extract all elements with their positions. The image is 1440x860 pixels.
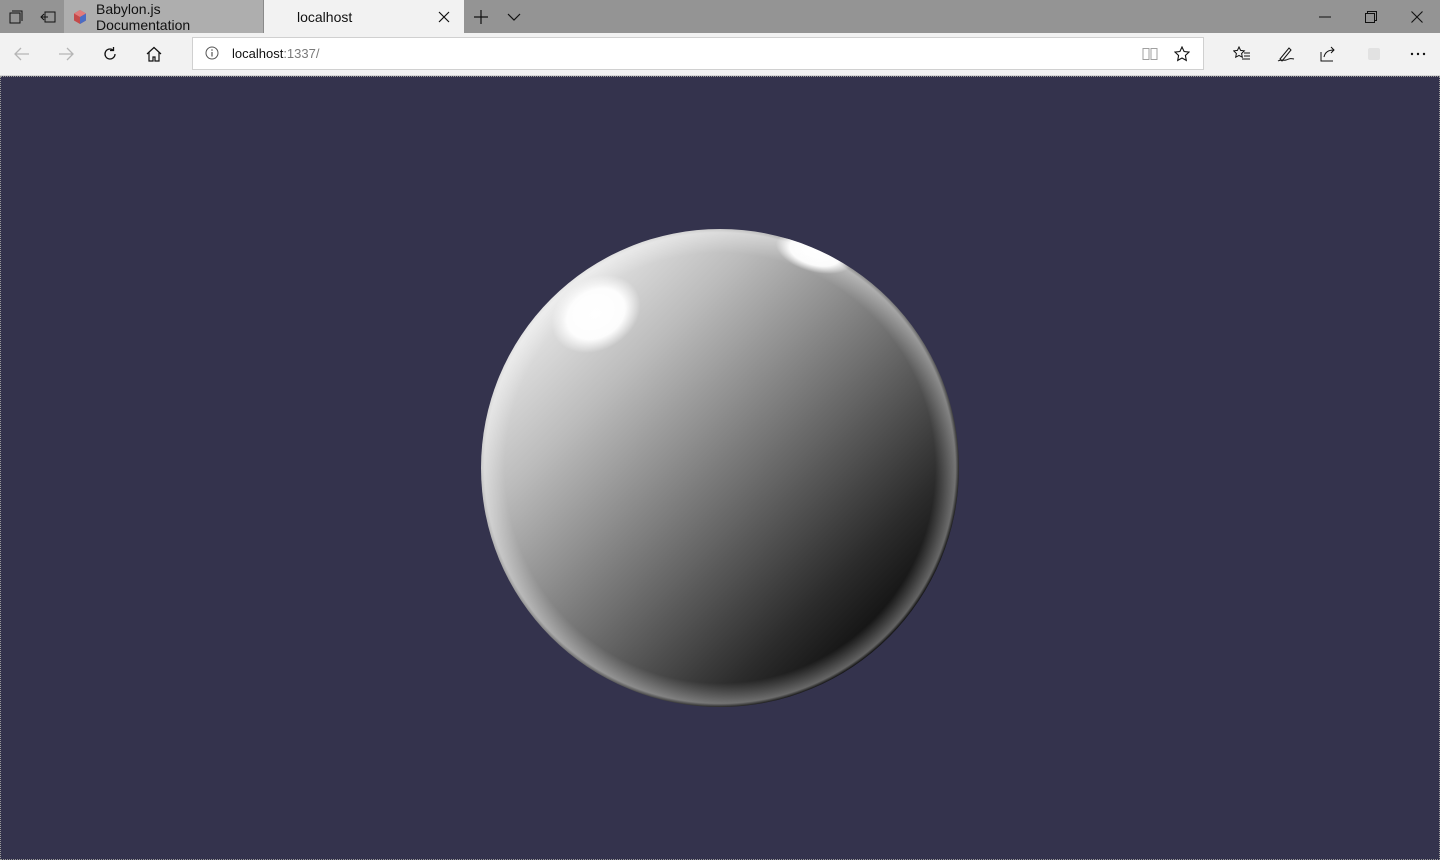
home-icon[interactable]	[132, 33, 176, 75]
title-bar: Babylon.js Documentation localhost	[0, 0, 1440, 33]
render-canvas[interactable]	[0, 76, 1440, 860]
minimize-icon[interactable]	[1302, 0, 1348, 33]
navigation-bar: localhost:1337/	[0, 33, 1440, 76]
address-bar[interactable]: localhost:1337/	[192, 37, 1204, 70]
tab-label: localhost	[297, 8, 353, 25]
reading-view-icon[interactable]	[1141, 45, 1159, 63]
favorite-star-icon[interactable]	[1173, 45, 1191, 63]
site-info-icon[interactable]	[205, 46, 219, 60]
more-options-icon[interactable]	[1396, 33, 1440, 75]
new-tab-icon[interactable]	[464, 0, 498, 33]
close-tab-icon[interactable]	[432, 5, 456, 29]
window-controls	[1302, 0, 1440, 33]
back-icon[interactable]	[0, 33, 44, 75]
set-tabs-aside-icon[interactable]	[32, 0, 64, 33]
url-host: localhost	[232, 46, 284, 61]
refresh-icon[interactable]	[88, 33, 132, 75]
url-path: :1337/	[283, 46, 320, 61]
web-note-pen-icon[interactable]	[1264, 33, 1308, 75]
rim-light	[481, 229, 959, 707]
extension-icon[interactable]	[1352, 33, 1396, 75]
tab-label: Babylon.js Documentation	[96, 0, 191, 33]
tab-localhost[interactable]: localhost	[264, 0, 464, 33]
favorites-hub-icon[interactable]	[1220, 33, 1264, 75]
scene-svg	[481, 229, 959, 707]
tab-manager-icon[interactable]	[0, 0, 32, 33]
url-text[interactable]: localhost:1337/	[232, 46, 319, 61]
forward-icon[interactable]	[44, 33, 88, 75]
tab-babylon-docs[interactable]: Babylon.js Documentation	[64, 0, 264, 33]
close-window-icon[interactable]	[1394, 0, 1440, 33]
babylon-favicon	[74, 9, 86, 24]
share-icon[interactable]	[1307, 33, 1351, 75]
restore-icon[interactable]	[1348, 0, 1394, 33]
tab-preview-chevron-icon[interactable]	[498, 0, 530, 33]
